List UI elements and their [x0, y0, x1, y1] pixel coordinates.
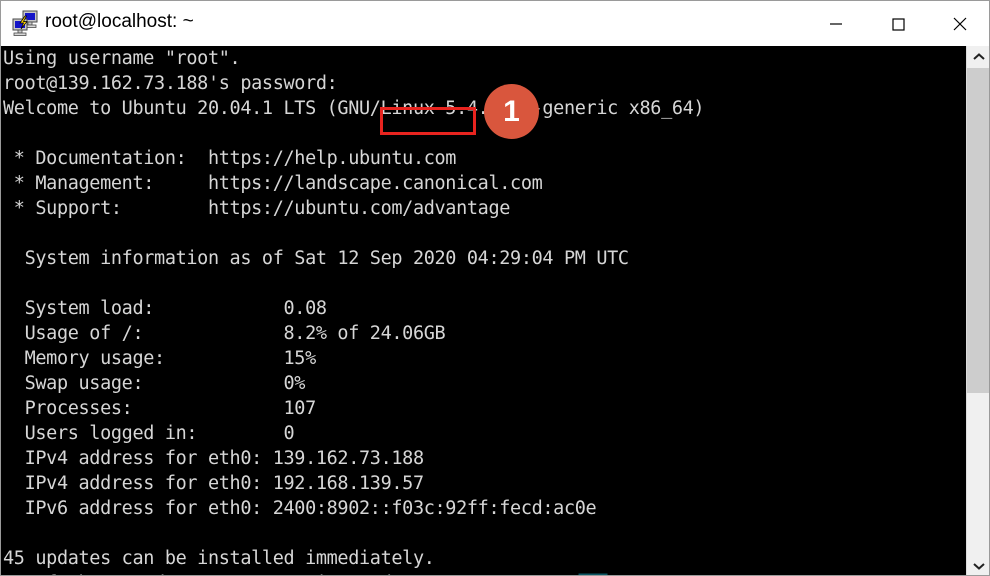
scrollbar-thumb[interactable] [967, 68, 989, 393]
terminal-line: System load: 0.08 [3, 298, 327, 319]
window-title: root@localhost: ~ [45, 11, 194, 32]
terminal-line: * Management: https://landscape.canonica… [3, 173, 543, 194]
terminal-line: Users logged in: 0 [3, 423, 295, 444]
password-highlight-box [380, 107, 476, 135]
terminal-line: * Support: https://ubuntu.com/advantage [3, 198, 511, 219]
maximize-button[interactable] [867, 1, 929, 46]
terminal-scrollbar[interactable] [966, 46, 989, 575]
kjnotes-logo-icon: KJ Notes [569, 571, 613, 575]
step-number-badge: 1 [484, 84, 539, 139]
window-controls [805, 1, 989, 46]
terminal-line: IPv6 address for eth0: 2400:8902::f03c:9… [3, 498, 597, 519]
putty-icon [11, 10, 39, 36]
terminal-text: Using username "root". root@139.162.73.18… [3, 46, 705, 575]
terminal-line: Welcome to Ubuntu 20.04.1 LTS (GNU/Linux… [3, 98, 705, 119]
terminal-line: 45 updates can be installed immediately. [3, 548, 435, 569]
close-button[interactable] [929, 1, 989, 46]
minimize-button[interactable] [805, 1, 867, 46]
terminal-line: Swap usage: 0% [3, 373, 306, 394]
window-titlebar: root@localhost: ~ [1, 1, 989, 46]
scroll-down-arrow-icon[interactable] [967, 555, 989, 575]
terminal-line: * Documentation: https://help.ubuntu.com [3, 148, 457, 169]
terminal-line: root@139.162.73.188's password: [3, 73, 338, 94]
terminal-line: IPv4 address for eth0: 139.162.73.188 [3, 448, 425, 469]
terminal-line: IPv4 address for eth0: 192.168.139.57 [3, 473, 425, 494]
terminal-line: System information as of Sat 12 Sep 2020… [3, 248, 629, 269]
scroll-up-arrow-icon[interactable] [967, 46, 989, 68]
terminal-line: Using username "root". [3, 48, 241, 69]
terminal-line: Usage of /: 8.2% of 24.06GB [3, 323, 446, 344]
terminal-output-area[interactable]: Using username "root". root@139.162.73.18… [1, 46, 966, 575]
terminal-line: Processes: 107 [3, 398, 317, 419]
kjnotes-watermark: KJ Notes KJnotes.com [569, 570, 762, 575]
terminal-line: Memory usage: 15% [3, 348, 317, 369]
putty-terminal-window: root@localhost: ~ Using username "root".… [0, 0, 990, 576]
